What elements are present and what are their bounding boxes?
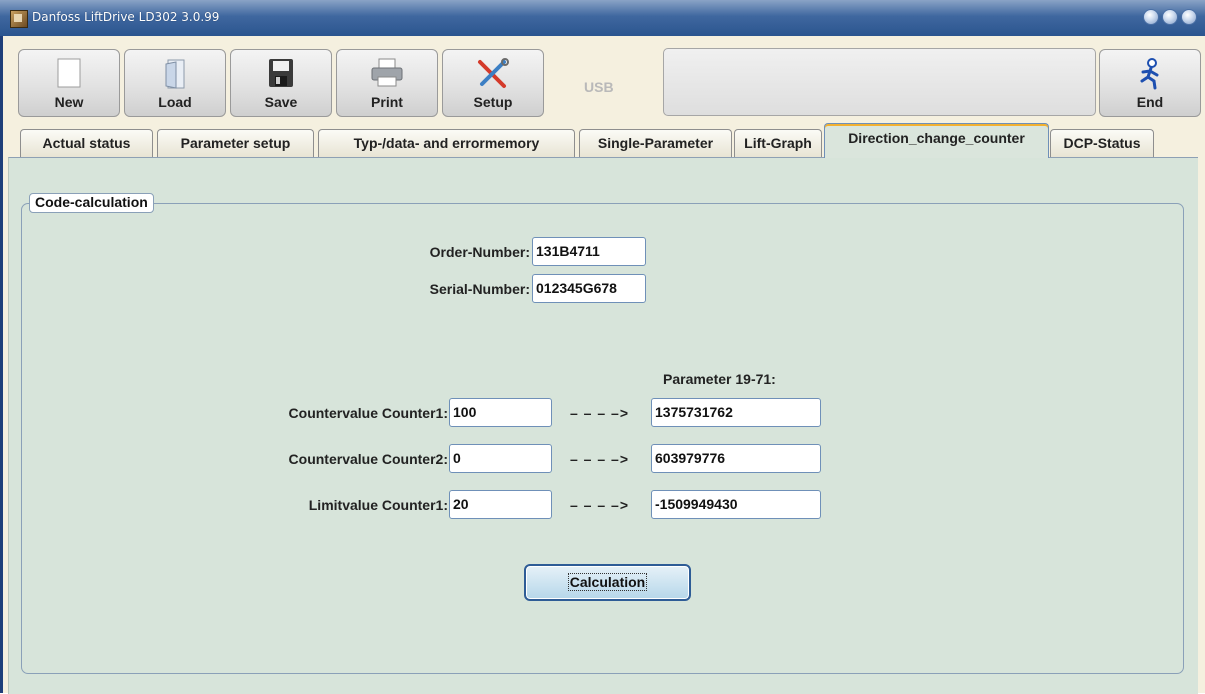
parameter-header: Parameter 19-71: <box>663 371 776 387</box>
status-display <box>663 48 1096 116</box>
load-button[interactable]: Load <box>124 49 226 117</box>
counter1-value-field[interactable]: 100 <box>449 398 552 427</box>
tab-parameter-setup[interactable]: Parameter setup <box>157 129 314 157</box>
counter2-result-field[interactable]: 603979776 <box>651 444 821 473</box>
code-calculation-title: Code-calculation <box>29 193 154 213</box>
app-icon <box>10 10 28 28</box>
counter1-arrow: – – – –> <box>570 405 629 421</box>
counter1-label: Countervalue Counter1: <box>288 405 448 421</box>
new-button[interactable]: New <box>18 49 120 117</box>
tab-dcp-status[interactable]: DCP-Status <box>1050 129 1154 157</box>
new-button-label: New <box>54 94 84 110</box>
window-controls <box>1143 9 1197 25</box>
tab-lift-graph[interactable]: Lift-Graph <box>734 129 822 157</box>
maximize-button[interactable] <box>1162 9 1178 25</box>
end-button-label: End <box>1136 94 1164 110</box>
calculation-button[interactable]: Calculation <box>524 564 691 601</box>
app-window: Danfoss LiftDrive LD302 3.0.99 New Load … <box>0 0 1205 694</box>
new-file-icon <box>57 58 81 93</box>
minimize-button[interactable] <box>1143 9 1159 25</box>
setup-button[interactable]: Setup <box>442 49 544 117</box>
tab-single-parameter[interactable]: Single-Parameter <box>579 129 732 157</box>
print-button-label: Print <box>371 94 403 110</box>
counter2-arrow: – – – –> <box>570 451 629 467</box>
save-button-label: Save <box>264 94 298 110</box>
limit-counter1-label: Limitvalue Counter1: <box>308 497 448 513</box>
serial-number-label: Serial-Number: <box>429 281 530 297</box>
title-bar: Danfoss LiftDrive LD302 3.0.99 <box>0 0 1205 37</box>
printer-icon <box>370 58 404 93</box>
tab-direction-change-counter[interactable]: Direction_change_counter <box>824 123 1049 158</box>
limit-counter1-value-field[interactable]: 20 <box>449 490 552 519</box>
limit-counter1-arrow: – – – –> <box>570 497 629 513</box>
tab-actual-status[interactable]: Actual status <box>20 129 153 157</box>
load-button-label: Load <box>158 94 192 110</box>
tab-strip: Actual status Parameter setup Typ-/data-… <box>0 121 1205 158</box>
print-button[interactable]: Print <box>336 49 438 117</box>
serial-number-field[interactable]: 012345G678 <box>532 274 646 303</box>
tools-icon <box>476 58 510 95</box>
order-number-label: Order-Number: <box>429 244 530 260</box>
counter2-value-field[interactable]: 0 <box>449 444 552 473</box>
limit-counter1-result-field[interactable]: -1509949430 <box>651 490 821 519</box>
open-file-icon <box>160 58 190 95</box>
counter2-label: Countervalue Counter2: <box>288 451 448 467</box>
running-man-icon <box>1135 58 1165 95</box>
floppy-disk-icon <box>268 58 294 93</box>
end-button[interactable]: End <box>1099 49 1201 117</box>
counter1-result-field[interactable]: 1375731762 <box>651 398 821 427</box>
toolbar: New Load Save Print Setup USB End <box>0 36 1205 120</box>
connection-status-label: USB <box>584 79 614 95</box>
window-title: Danfoss LiftDrive LD302 3.0.99 <box>32 10 220 24</box>
window-left-edge <box>0 36 3 693</box>
close-button[interactable] <box>1181 9 1197 25</box>
order-number-field[interactable]: 131B4711 <box>532 237 646 266</box>
calculation-button-label: Calculation <box>567 573 648 591</box>
setup-button-label: Setup <box>473 94 513 110</box>
tab-typ-data-errormemory[interactable]: Typ-/data- and errormemory <box>318 129 575 157</box>
save-button[interactable]: Save <box>230 49 332 117</box>
